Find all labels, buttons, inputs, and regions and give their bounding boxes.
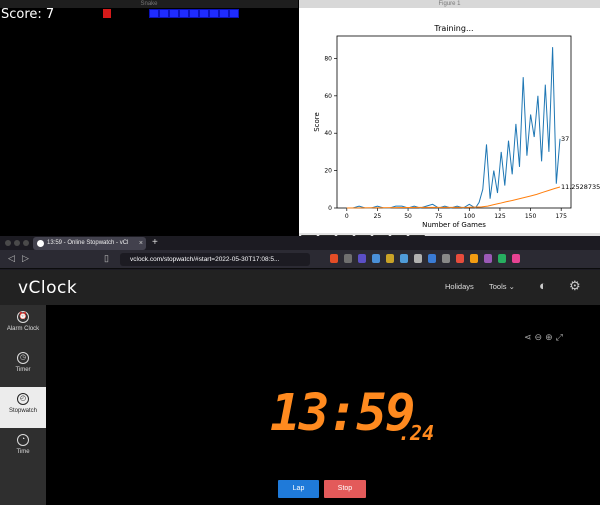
lap-button[interactable]: Lap (278, 480, 319, 498)
x-tick-label: 125 (494, 213, 506, 220)
close-tab-icon[interactable]: × (139, 237, 143, 250)
snake-segment (149, 9, 159, 18)
snake-segment (199, 9, 209, 18)
stopwatch-panel: ⋖⊖⊕⤢ 13:59 .24 Lap Stop (46, 305, 600, 505)
extension-icon[interactable] (428, 254, 436, 263)
share-icon[interactable]: ⋖ (524, 332, 535, 342)
snake-segment (179, 9, 189, 18)
sidebar-item-label: Time (16, 449, 30, 455)
zoom-in-icon[interactable]: ⊕ (545, 332, 556, 342)
vclock-favicon-icon (37, 240, 44, 247)
sidebar-item-timer[interactable]: ◷ Timer (0, 346, 46, 387)
extension-icon[interactable] (484, 254, 492, 263)
series-end-label: 11.25287356 (561, 183, 600, 191)
snake-window: Snake Score: 7 (0, 0, 298, 233)
settings-gear-icon[interactable]: ⚙ (569, 278, 581, 294)
series-end-label: 37 (561, 135, 569, 143)
x-axis-label: Number of Games (422, 221, 486, 229)
extensions-toolbar (330, 254, 520, 263)
x-tick-label: 50 (404, 213, 412, 220)
x-tick-label: 150 (525, 213, 537, 220)
site-header: vClock Holidays Tools ⌄ ◐ ⚙ (0, 270, 600, 305)
maximize-window-icon[interactable] (23, 240, 29, 246)
stopwatch-milliseconds: .24 (398, 421, 435, 445)
nav-bar: ◁ ▷ ▯ vclock.com/stopwatch/#start=2022-0… (0, 250, 600, 269)
snake-segment (169, 9, 179, 18)
extension-icon[interactable] (456, 254, 464, 263)
extension-icon[interactable] (442, 254, 450, 263)
nav-holidays[interactable]: Holidays (445, 282, 474, 291)
browser-window: 13:59 - Online Stopwatch - vCl × + ◁ ▷ ▯… (0, 236, 600, 505)
snake-segment (219, 9, 229, 18)
snake-segment (159, 9, 169, 18)
nav-tools[interactable]: Tools ⌄ (489, 282, 515, 291)
vclock-page: vClock Holidays Tools ⌄ ◐ ⚙ ⏰ Alarm Cloc… (0, 270, 600, 505)
stop-button[interactable]: Stop (324, 480, 366, 498)
y-tick-label: 0 (328, 205, 332, 212)
extension-icon[interactable] (372, 254, 380, 263)
sidebar-item-label: Alarm Clock (6, 326, 40, 332)
training-chart: Training... Number of Games Score 0 25 50 75 10… (313, 24, 600, 229)
back-arrow-icon[interactable]: ◁ (8, 253, 15, 264)
y-tick-label: 20 (324, 168, 332, 175)
fullscreen-icon[interactable]: ⤢ (556, 332, 566, 342)
extension-icon[interactable] (414, 254, 422, 263)
tab-title: 13:59 - Online Stopwatch - vCl (47, 240, 129, 246)
extension-icon[interactable] (358, 254, 366, 263)
url-text: vclock.com/stopwatch/#start=2022-05-30T1… (130, 256, 280, 263)
new-tab-button[interactable]: + (152, 237, 158, 248)
snake-body (149, 9, 239, 18)
extension-icon[interactable] (386, 254, 394, 263)
extension-icon[interactable] (512, 254, 520, 263)
chart-title: Training... (433, 24, 473, 33)
stopwatch-icon: ◴ (17, 393, 29, 405)
x-tick-label: 0 (345, 213, 349, 220)
extension-icon[interactable] (470, 254, 478, 263)
snake-segment (209, 9, 219, 18)
forward-arrow-icon[interactable]: ▷ (22, 253, 29, 264)
sidebar-item-label: Timer (15, 367, 31, 373)
sidebar-item-stopwatch[interactable]: ◴ Stopwatch (0, 387, 46, 428)
x-tick-label: 75 (435, 213, 443, 220)
extension-icon[interactable] (400, 254, 408, 263)
alarm-clock-icon: ⏰ (17, 311, 29, 323)
y-tick-label: 40 (324, 130, 332, 137)
tab-strip: 13:59 - Online Stopwatch - vCl × + (0, 236, 298, 250)
y-axis-label: Score (313, 112, 321, 132)
bookmark-icon[interactable]: ▯ (104, 253, 109, 264)
close-window-icon[interactable] (5, 240, 11, 246)
sidebar: ⏰ Alarm Clock ◷ Timer ◴ Stopwatch ◔ Time (0, 305, 46, 505)
figure-window: Figure 1 Training... Number of Games Score… (299, 0, 600, 249)
figure-window-title: Figure 1 (299, 0, 600, 8)
vclock-logo[interactable]: vClock (18, 278, 77, 298)
food-block (103, 9, 111, 18)
timer-icon: ◷ (17, 352, 29, 364)
y-tick-label: 80 (324, 55, 332, 62)
extension-icon[interactable] (330, 254, 338, 263)
sidebar-item-label: Stopwatch (8, 408, 38, 414)
score-label: Score: 7 (1, 7, 55, 22)
y-tick-label: 60 (324, 93, 332, 100)
extension-icon[interactable] (498, 254, 506, 263)
minimize-window-icon[interactable] (14, 240, 20, 246)
stopwatch-time: 13:59 (270, 384, 416, 443)
panel-controls: ⋖⊖⊕⤢ (524, 332, 566, 343)
tab-stopwatch[interactable]: 13:59 - Online Stopwatch - vCl × (33, 237, 146, 250)
sidebar-item-time[interactable]: ◔ Time (0, 428, 46, 469)
x-tick-label: 25 (374, 213, 382, 220)
snake-segment (229, 9, 239, 18)
x-tick-label: 175 (555, 213, 567, 220)
theme-toggle-icon[interactable]: ◐ (539, 278, 547, 293)
extension-icon[interactable] (344, 254, 352, 263)
x-tick-label: 100 (464, 213, 476, 220)
url-bar[interactable]: vclock.com/stopwatch/#start=2022-05-30T1… (120, 253, 310, 266)
clock-icon: ◔ (17, 434, 29, 446)
snake-segment (189, 9, 199, 18)
zoom-out-icon[interactable]: ⊖ (535, 332, 546, 342)
figure-canvas: Training... Number of Games Score 0 25 50 75 10… (299, 8, 600, 233)
sidebar-item-alarm-clock[interactable]: ⏰ Alarm Clock (0, 305, 46, 346)
